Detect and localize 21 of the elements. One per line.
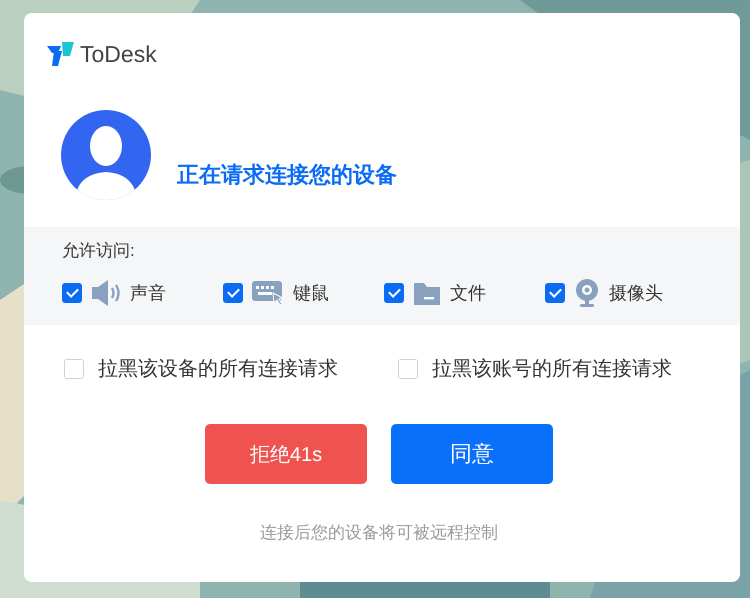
accept-button[interactable]: 同意: [391, 424, 553, 484]
keyboard-icon: [251, 279, 285, 307]
permission-label: 文件: [450, 282, 486, 305]
permission-label: 声音: [130, 282, 166, 305]
request-title: 正在请求连接您的设备: [177, 160, 397, 188]
permission-label: 键鼠: [293, 282, 329, 305]
note-text: 连接后您的设备将可被远程控制: [259, 522, 499, 544]
permission-label: 摄像头: [609, 282, 663, 305]
blacklist-label: 拉黑该账号的所有连接请求: [432, 357, 672, 382]
blacklist-label: 拉黑该设备的所有连接请求: [98, 357, 338, 382]
app-name: ToDesk: [80, 40, 157, 68]
speaker-icon: [90, 279, 122, 307]
webcam-icon: [573, 278, 601, 308]
reject-button[interactable]: 拒绝41s: [205, 424, 367, 484]
checkbox[interactable]: [223, 283, 243, 303]
checkbox[interactable]: [62, 283, 82, 303]
checkbox[interactable]: [384, 283, 404, 303]
avatar-icon: [61, 110, 151, 200]
checkbox[interactable]: [545, 283, 565, 303]
permissions-label: 允许访问:: [62, 240, 136, 262]
logo-icon: [46, 41, 76, 67]
